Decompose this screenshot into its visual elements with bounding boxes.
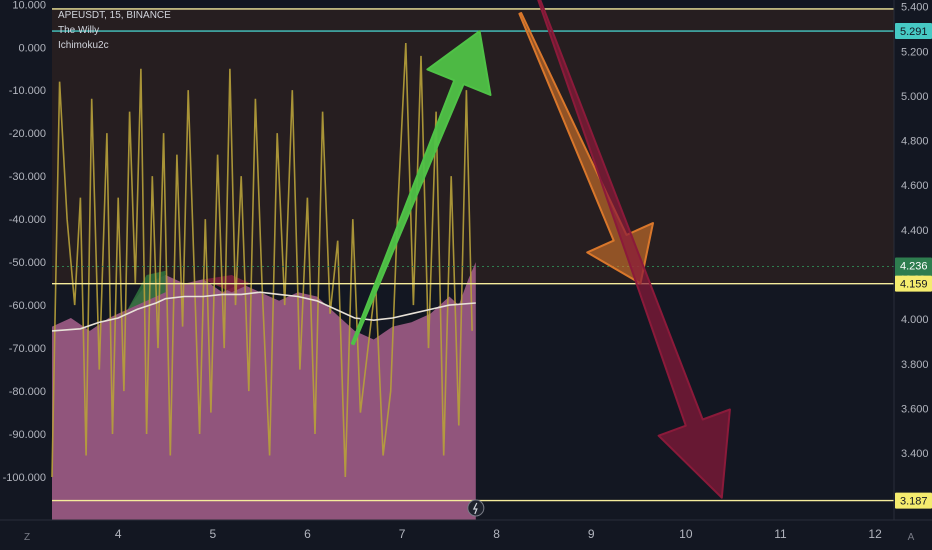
left-tick-label: -50.000 [9,257,46,269]
x-tick-label: 9 [588,527,595,541]
left-tick-label: 0.000 [18,42,46,54]
price-badge-value: 3.187 [900,496,928,508]
x-tick-label: 6 [304,527,311,541]
x-tick-label: 11 [774,527,787,541]
left-tick-label: -80.000 [9,386,46,398]
left-tick-label: -30.000 [9,171,46,183]
price-badge-value: 4.236 [900,260,928,272]
legend-indicator-willy[interactable]: The Willy [58,23,171,38]
chart-canvas[interactable]: 10.000 0.000 -10.000 -20.000 -30.000 -40.000 -… [0,0,932,550]
right-tick-label: 5.200 [901,46,929,58]
right-tick-label: 4.000 [901,314,929,326]
x-tick-label: 10 [679,527,693,541]
left-scale-toggle[interactable]: Z [20,532,34,546]
right-tick-label: 4.800 [901,136,929,148]
legend-indicator-ichimoku[interactable]: Ichimoku2c [58,38,171,53]
right-tick-label: 3.600 [901,403,929,415]
right-tick-label: 5.400 [901,2,929,14]
x-tick-label: 12 [868,527,882,541]
left-tick-label: -70.000 [9,343,46,355]
right-tick-label: 5.000 [901,91,929,103]
x-tick-label: 4 [115,527,122,541]
price-badge-value: 5.291 [900,26,928,38]
right-tick-label: 3.800 [901,359,929,371]
right-tick-label: 4.600 [901,180,929,192]
left-tick-label: -90.000 [9,429,46,441]
x-tick-label: 5 [209,527,216,541]
left-tick-label: -100.000 [3,472,46,484]
left-tick-label: -10.000 [9,85,46,97]
chart-legend: APEUSDT, 15, BINANCE The Willy Ichimoku2… [58,8,171,53]
price-badge-value: 4.159 [900,279,928,291]
x-tick-label: 8 [493,527,500,541]
left-tick-label: -40.000 [9,214,46,226]
chart-root[interactable]: 10.000 0.000 -10.000 -20.000 -30.000 -40.000 -… [0,0,932,550]
x-tick-label: 7 [399,527,406,541]
right-tick-label: 3.400 [901,448,929,460]
left-tick-label: 10.000 [12,0,46,11]
left-tick-label: -20.000 [9,128,46,140]
legend-symbol[interactable]: APEUSDT, 15, BINANCE [58,8,171,23]
left-tick-label: -60.000 [9,300,46,312]
bar-marker-icon[interactable] [467,499,485,517]
auto-scale-toggle[interactable]: A [904,532,918,546]
right-tick-label: 4.400 [901,225,929,237]
